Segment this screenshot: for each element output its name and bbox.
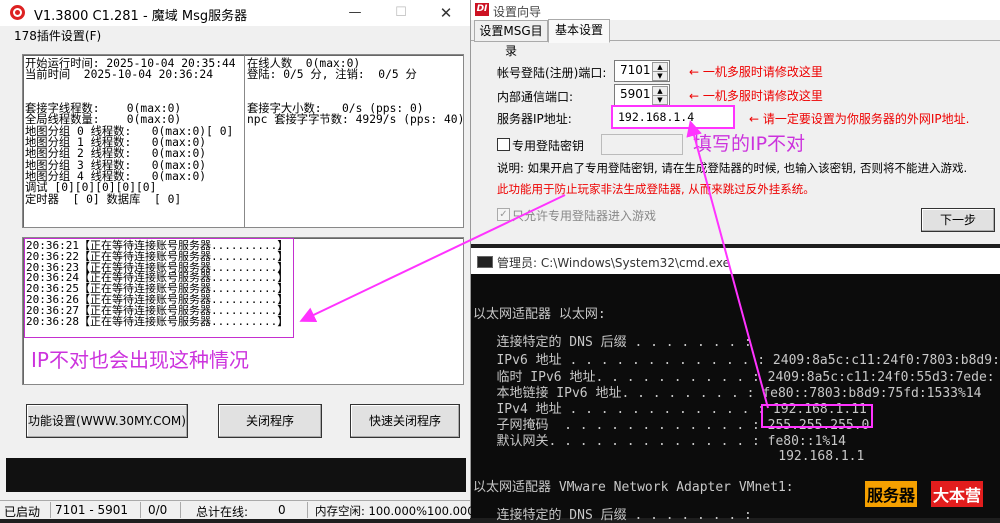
annotation-arrows bbox=[299, 120, 769, 409]
arrow-to-ip bbox=[686, 120, 769, 409]
arrow-to-log bbox=[299, 194, 566, 323]
